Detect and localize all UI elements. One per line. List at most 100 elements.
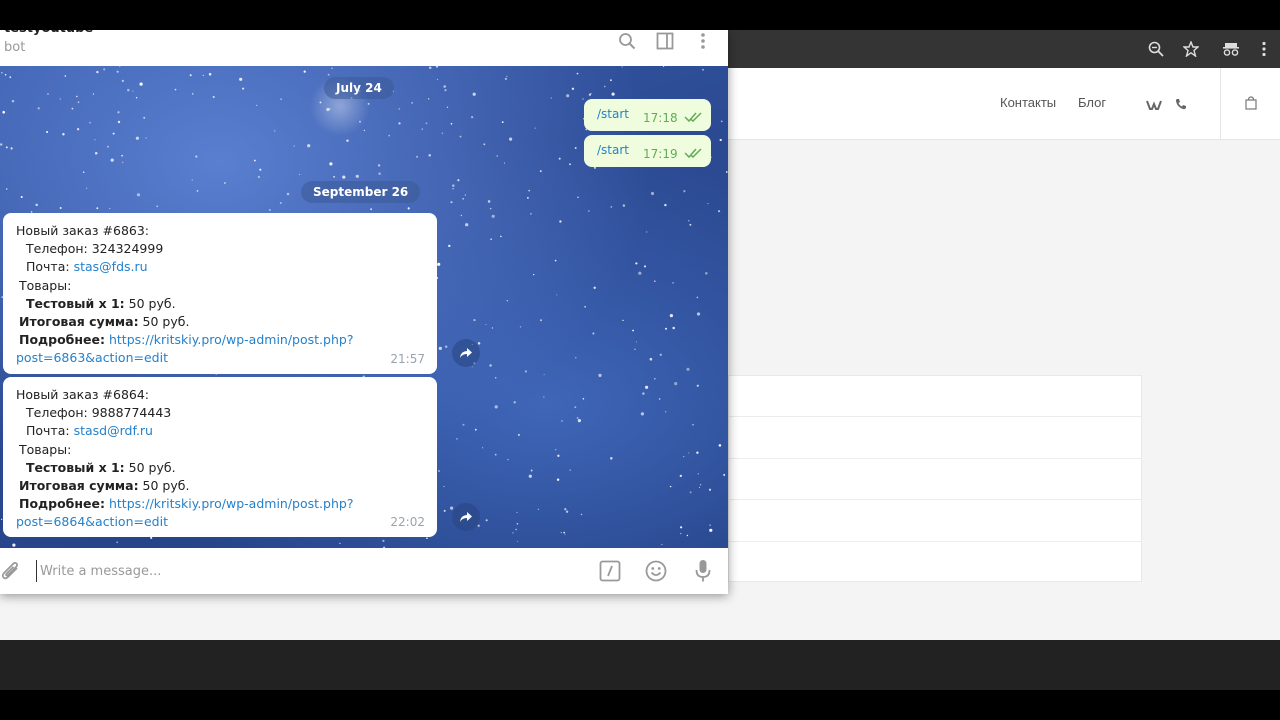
incoming-message[interactable]: Новый заказ #6863: Телефон: 324324999 По… <box>3 213 437 374</box>
outgoing-message[interactable]: /start 17:18 <box>584 99 711 131</box>
star <box>632 329 635 332</box>
attach-icon[interactable] <box>0 559 22 583</box>
phone-icon[interactable] <box>1175 95 1187 110</box>
order-link[interactable]: https://kritskiy.pro/wp-admin/post.php? <box>109 496 353 511</box>
star <box>540 319 542 322</box>
forward-button[interactable] <box>452 339 480 367</box>
star <box>47 93 49 95</box>
order-link[interactable]: post=6863&action=edit <box>16 350 168 365</box>
star <box>564 508 567 511</box>
star <box>202 74 204 77</box>
star <box>117 111 120 114</box>
details-label: Подробнее: <box>19 332 105 348</box>
star <box>588 93 592 96</box>
star <box>565 510 569 513</box>
commands-icon[interactable] <box>598 559 622 583</box>
item-name: Тестовый x 1: <box>26 295 125 311</box>
star <box>86 187 88 189</box>
star <box>507 458 509 461</box>
star <box>622 204 626 207</box>
order-link[interactable]: post=6864&action=edit <box>16 514 168 529</box>
star <box>346 139 349 142</box>
star <box>702 68 704 71</box>
chat-title[interactable]: testyoutube <box>4 30 93 36</box>
sidebar-toggle-icon[interactable] <box>654 30 676 52</box>
email-label: Почта: <box>26 259 70 275</box>
nav-contacts-link[interactable]: Контакты <box>1000 95 1056 110</box>
star <box>530 469 533 472</box>
table-row <box>729 542 1141 583</box>
message-time: 21:57 <box>390 351 425 366</box>
star <box>516 540 518 542</box>
star <box>59 98 62 100</box>
vk-icon[interactable] <box>1146 96 1162 110</box>
star <box>474 428 477 431</box>
zoom-icon[interactable] <box>1146 39 1166 59</box>
date-separator: September 26 <box>301 181 421 203</box>
emoji-icon[interactable] <box>644 559 668 583</box>
star <box>12 543 16 547</box>
star <box>77 101 80 104</box>
order-link[interactable]: https://kritskiy.pro/wp-admin/post.php? <box>109 332 353 347</box>
bookmark-star-icon[interactable] <box>1181 39 1201 59</box>
browser-menu-icon[interactable] <box>1254 39 1274 59</box>
total-value: 50 руб. <box>142 478 190 494</box>
more-vertical-icon[interactable] <box>692 30 714 52</box>
star <box>450 506 454 510</box>
star <box>477 342 481 345</box>
star <box>342 175 346 179</box>
star <box>20 195 23 199</box>
star <box>156 205 158 208</box>
star <box>491 327 494 329</box>
star <box>242 87 245 90</box>
star <box>416 155 419 158</box>
star <box>459 135 462 138</box>
star <box>319 101 322 104</box>
star <box>382 539 385 543</box>
star <box>503 162 506 164</box>
star <box>680 532 682 535</box>
nav-blog-link[interactable]: Блог <box>1078 95 1106 110</box>
star <box>481 447 484 449</box>
star <box>189 74 192 77</box>
forward-icon <box>460 512 472 522</box>
microphone-icon[interactable] <box>691 559 715 583</box>
star <box>273 130 276 132</box>
cart-button[interactable] <box>1220 68 1280 140</box>
star <box>94 139 96 141</box>
star <box>584 305 586 308</box>
star <box>530 213 532 215</box>
chat-history[interactable]: July 24 /start 17:18 /start 17:19 Septem… <box>0 66 728 548</box>
star <box>707 202 709 205</box>
incoming-message[interactable]: Новый заказ #6864: Телефон: 9888774443 П… <box>3 377 437 537</box>
star <box>428 154 431 157</box>
star <box>121 154 123 157</box>
email-link[interactable]: stasd@rdf.ru <box>74 423 153 438</box>
star <box>653 377 656 380</box>
search-icon[interactable] <box>616 30 638 52</box>
forward-button[interactable] <box>452 503 480 531</box>
star <box>116 541 119 544</box>
star <box>46 130 49 134</box>
star <box>377 164 381 167</box>
email-link[interactable]: stas@fds.ru <box>74 259 148 274</box>
star <box>504 77 508 81</box>
message-input[interactable] <box>36 560 576 582</box>
message-text[interactable]: /start <box>597 107 629 121</box>
star <box>496 155 498 157</box>
star <box>674 382 678 386</box>
incognito-icon[interactable] <box>1221 39 1241 59</box>
message-text[interactable]: /start <box>597 143 629 157</box>
outgoing-message[interactable]: /start 17:19 <box>584 135 711 167</box>
star <box>506 300 508 302</box>
star <box>574 147 577 149</box>
star <box>718 210 721 213</box>
phone-value: 324324999 <box>91 241 164 257</box>
star <box>494 405 498 409</box>
star <box>96 207 99 210</box>
star <box>679 474 682 478</box>
star <box>650 191 655 196</box>
total-label: Итоговая сумма: <box>19 478 139 494</box>
star <box>471 116 474 119</box>
phone-label: Телефон: <box>26 405 88 421</box>
